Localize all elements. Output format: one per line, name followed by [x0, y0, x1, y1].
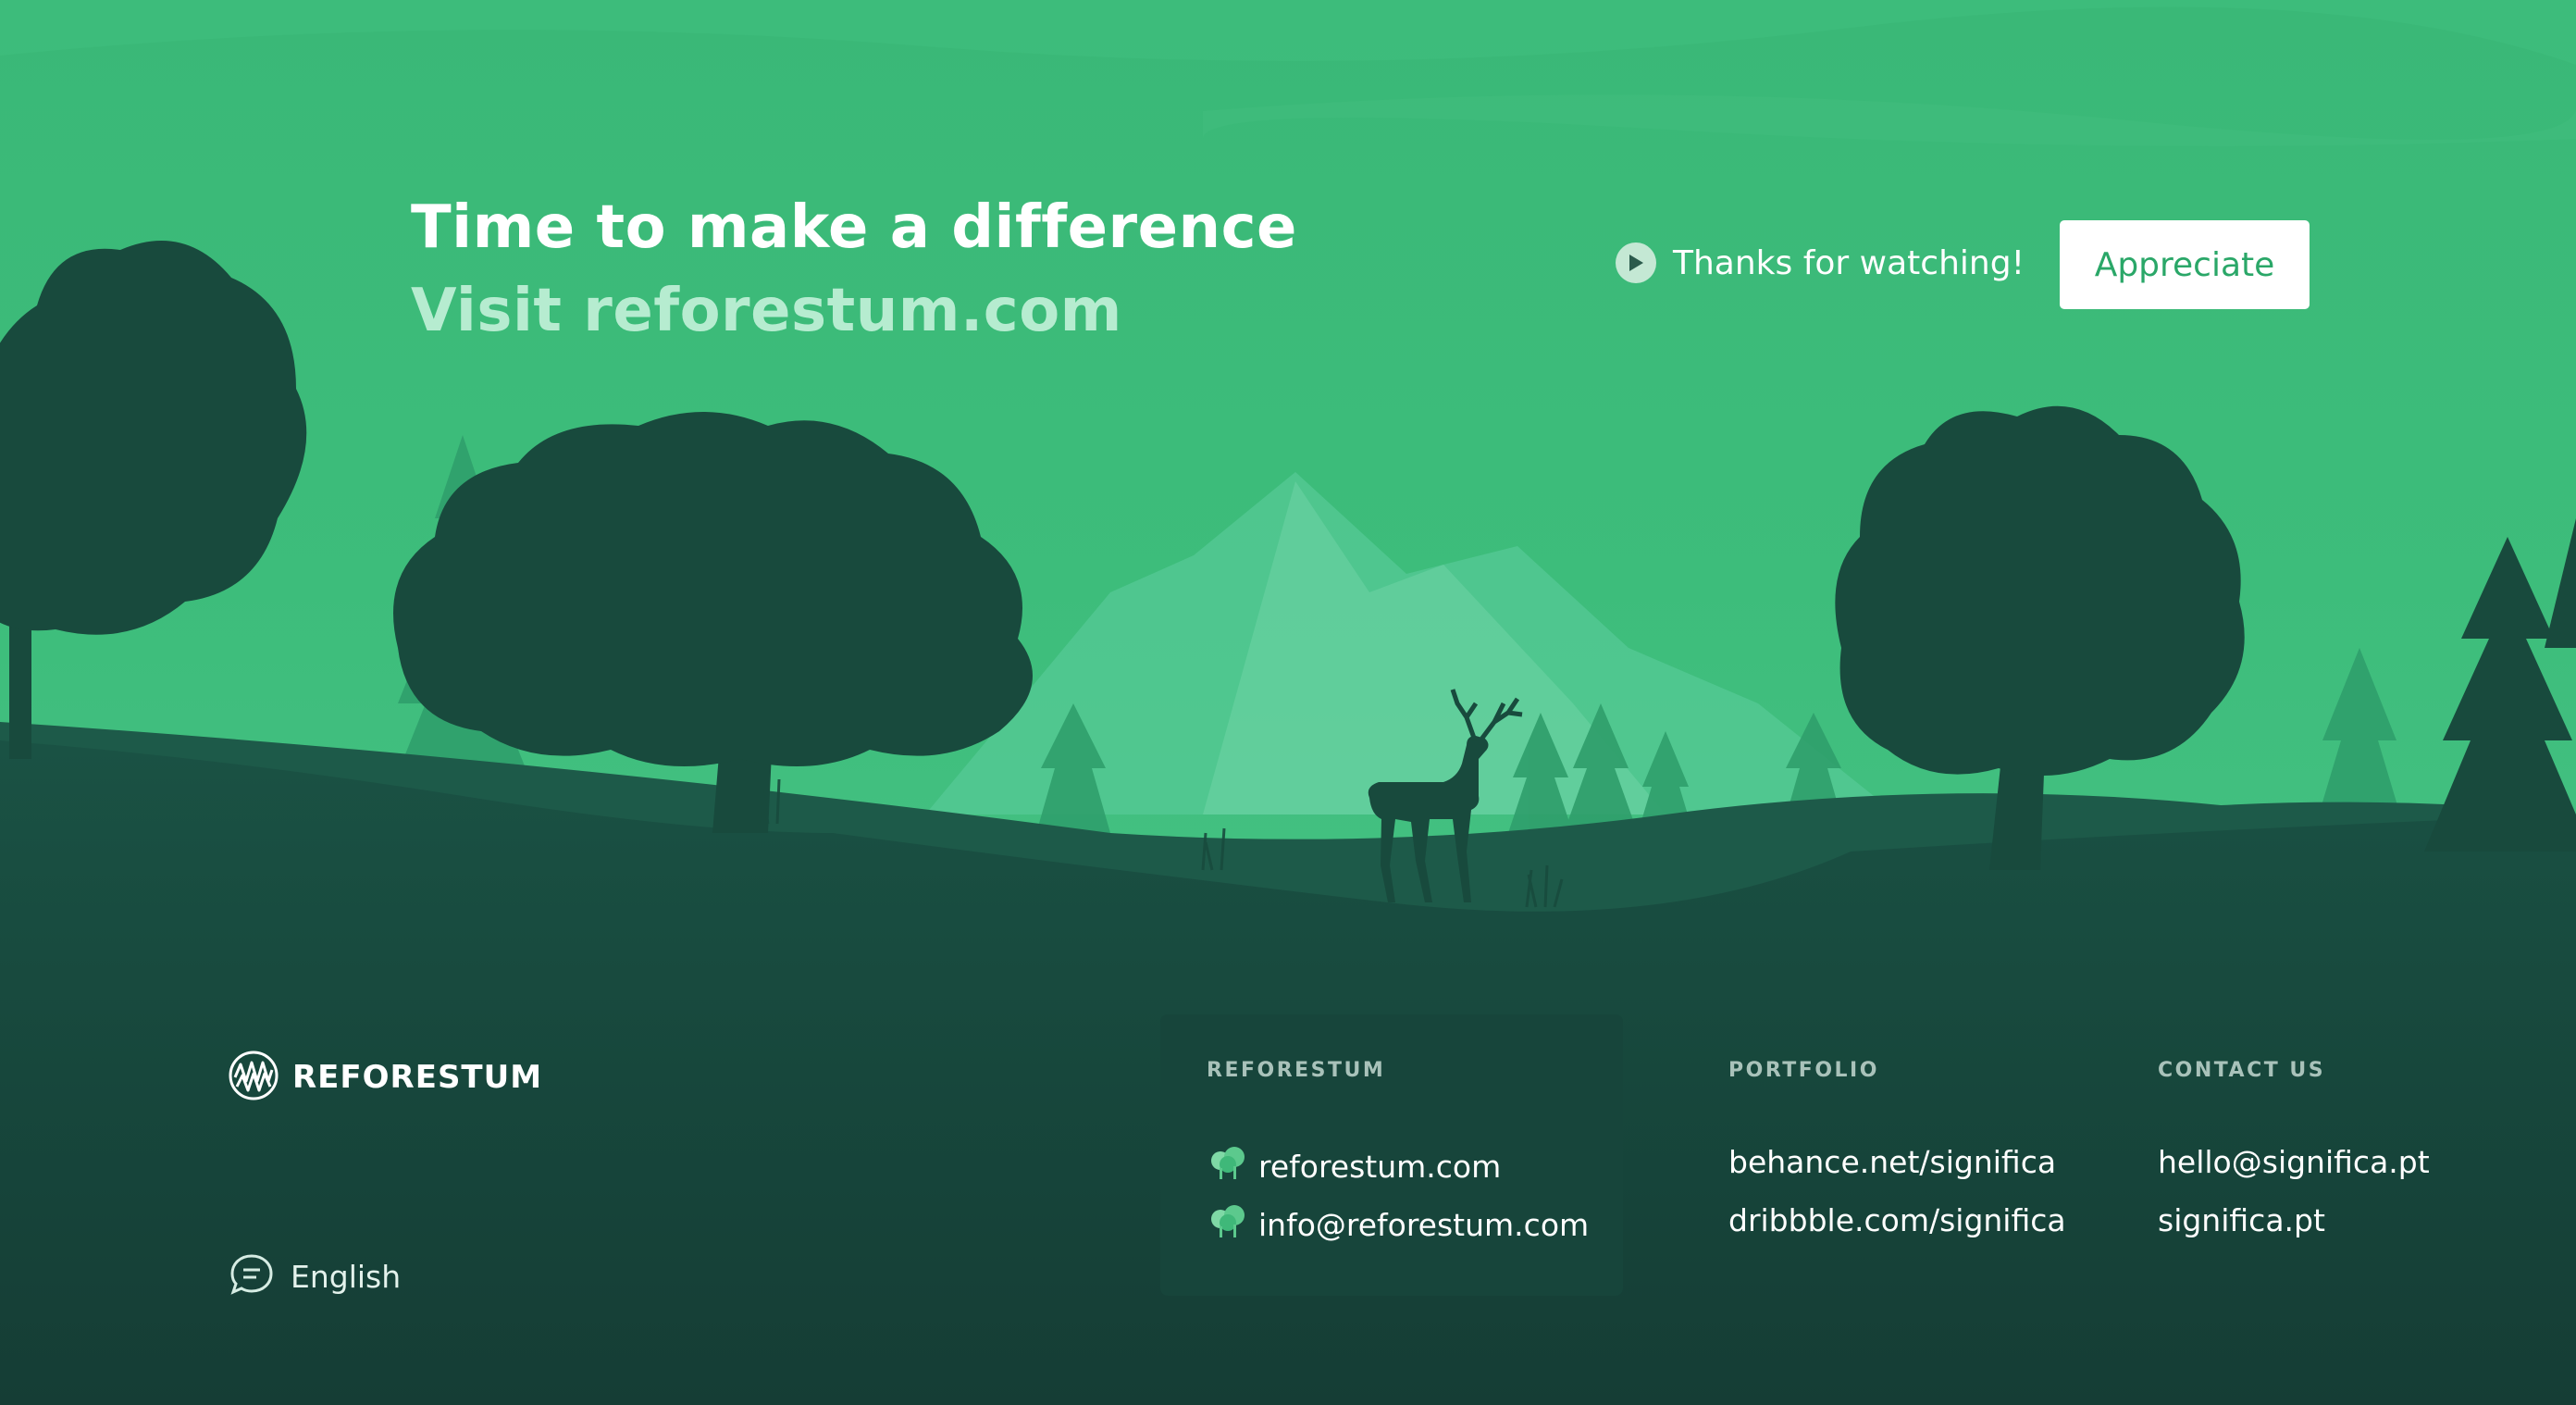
- column-title-portfolio: PORTFOLIO: [1728, 1059, 1879, 1082]
- appreciate-button[interactable]: Appreciate: [2060, 220, 2310, 309]
- chat-bubble-icon: [229, 1253, 274, 1299]
- link-significa-site[interactable]: significa.pt: [2158, 1202, 2325, 1238]
- headline-title: Time to make a difference: [411, 193, 1297, 262]
- hero-headline: Time to make a difference Visit reforest…: [411, 189, 1297, 350]
- language-label: English: [291, 1258, 402, 1295]
- thanks-for-watching[interactable]: Thanks for watching!: [1616, 237, 2025, 289]
- link-email-significa[interactable]: hello@significa.pt: [2158, 1144, 2430, 1180]
- brand-name: REFORESTUM: [292, 1059, 543, 1096]
- link-dribbble[interactable]: dribbble.com/significa: [1728, 1202, 2066, 1238]
- thanks-text: Thanks for watching!: [1673, 243, 2025, 282]
- brand-logo[interactable]: REFORESTUM: [228, 1050, 542, 1105]
- column-title-contact: CONTACT US: [2158, 1059, 2326, 1082]
- language-selector[interactable]: English: [229, 1253, 401, 1299]
- play-icon: [1616, 242, 1656, 283]
- link-behance[interactable]: behance.net/significa: [1728, 1144, 2056, 1180]
- link-reforestum-site[interactable]: reforestum.com: [1208, 1144, 1501, 1188]
- headline-subline[interactable]: Visit reforestum.com: [411, 272, 1297, 350]
- column-title-reforestum: REFORESTUM: [1207, 1059, 1386, 1082]
- page: Time to make a difference Visit reforest…: [0, 0, 2576, 1405]
- reforestum-logo-icon: [228, 1050, 279, 1105]
- link-reforestum-email[interactable]: info@reforestum.com: [1208, 1202, 1589, 1247]
- link-text: info@reforestum.com: [1258, 1206, 1590, 1243]
- link-text: reforestum.com: [1258, 1148, 1502, 1185]
- tree-icon: [1208, 1202, 1247, 1247]
- tree-icon: [1208, 1144, 1247, 1188]
